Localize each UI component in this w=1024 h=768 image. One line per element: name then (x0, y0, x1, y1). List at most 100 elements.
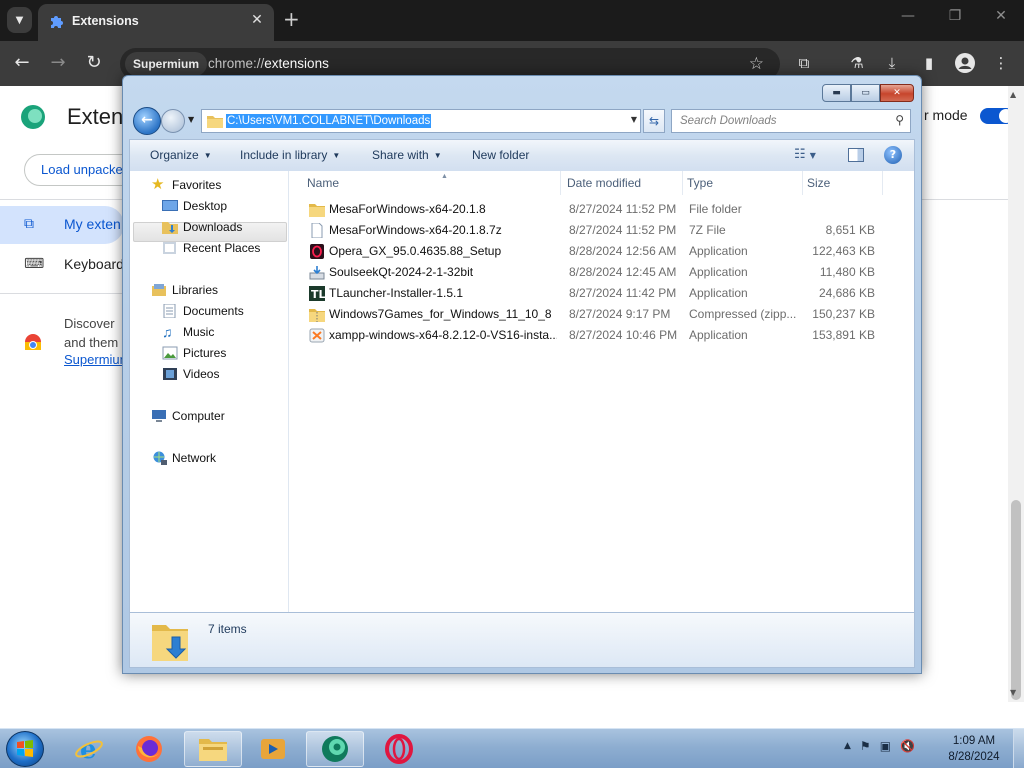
puzzle-outline-icon: ⧉ (24, 216, 34, 232)
show-desktop-button[interactable] (1013, 729, 1024, 768)
show-hidden-icons-chevron-icon[interactable]: ▲ (844, 741, 851, 751)
path-text[interactable]: C:\Users\VM1.COLLABNET\Downloads (226, 114, 432, 128)
profile-avatar-icon[interactable] (954, 52, 976, 74)
recent-pages-chevron-icon[interactable]: ▼ (188, 115, 194, 124)
scrollbar-thumb[interactable] (1011, 500, 1021, 700)
file-date-modified: 8/27/2024 11:52 PM (569, 202, 677, 216)
minimize-icon[interactable]: — (898, 8, 918, 24)
restore-icon[interactable]: ❐ (945, 8, 965, 24)
svg-text:e: e (80, 735, 97, 764)
dialog-back-icon[interactable]: ← (133, 107, 161, 135)
taskbar-file-explorer[interactable] (184, 731, 242, 767)
tlauncher-icon: TL (309, 286, 326, 301)
change-view-icon[interactable]: ☷ ▼ (794, 147, 816, 162)
search-placeholder: Search Downloads (680, 115, 777, 127)
side-panel-icon[interactable]: ▮ (918, 52, 940, 74)
organize-menu[interactable]: Organize ▼ (150, 148, 212, 162)
file-row[interactable]: SoulseekQt-2024-2-1-32bit 8/28/2024 12:45… (305, 262, 885, 283)
forward-icon[interactable]: → (46, 51, 70, 75)
taskbar-internet-explorer[interactable]: e (60, 731, 118, 767)
start-button[interactable] (6, 731, 44, 767)
close-window-icon[interactable]: ✕ (991, 8, 1011, 24)
file-name: Windows7Games_for_Windows_11_10_8 (329, 307, 552, 321)
file-explorer-icon (199, 739, 227, 761)
search-input[interactable]: Search Downloads ⚲ (671, 109, 911, 133)
search-icon[interactable]: ⚲ (895, 113, 904, 127)
command-bar: Organize ▼ Include in library ▼ Share with… (129, 139, 915, 171)
file-row[interactable]: xampp-windows-x64-8.2.12-0-VS16-insta...… (305, 325, 885, 346)
url-text: chrome://extensions (208, 56, 329, 71)
file-row[interactable]: TL TLauncher-Installer-1.5.1 8/27/2024 11:… (305, 283, 885, 304)
file-row[interactable]: MesaForWindows-x64-20.1.8.7z 8/27/2024 11… (305, 220, 885, 241)
include-in-library-menu[interactable]: Include in library ▼ (240, 148, 340, 162)
sidebar-item-keyboard-shortcuts[interactable]: ⌨ Keyboard (0, 246, 124, 284)
share-with-menu[interactable]: Share with ▼ (372, 148, 442, 162)
new-folder-button[interactable]: New folder (472, 148, 529, 162)
file-date-modified: 8/27/2024 11:52 PM (569, 223, 677, 237)
dialog-close-icon[interactable]: ✕ (880, 84, 914, 102)
file-size: 122,463 KB (812, 244, 875, 258)
network-icon (153, 451, 167, 465)
folder-icon (309, 202, 325, 217)
file-row[interactable]: MesaForWindows-x64-20.1.8 8/27/2024 11:52… (305, 199, 885, 220)
network-status-icon[interactable]: ▣ (880, 739, 891, 753)
tab-search-button[interactable]: ▼ (7, 7, 32, 33)
documents-icon (163, 304, 176, 318)
file-type: Application (689, 244, 748, 258)
file-type: 7Z File (689, 223, 726, 237)
caption-buttons: ▬ ▭ ✕ (822, 84, 914, 102)
reload-icon[interactable]: ↻ (82, 51, 106, 75)
webstore-link[interactable]: Supermium (64, 352, 130, 367)
path-history-chevron-icon[interactable]: ▼ (631, 115, 637, 124)
file-size: 11,480 KB (819, 265, 875, 279)
developer-mode-label: r mode (924, 107, 968, 123)
file-type: Application (689, 328, 748, 342)
tab-extensions[interactable]: Extensions ✕ (38, 4, 274, 41)
bookmark-star-icon[interactable]: ☆ (749, 54, 764, 74)
sidebar-item-my-extensions[interactable]: ⧉ My exten (0, 206, 124, 244)
keyboard-icon: ⌨ (24, 256, 45, 272)
column-header-size[interactable]: Size (803, 171, 883, 195)
column-header-type[interactable]: Type (683, 171, 803, 195)
site-chip[interactable]: Supermium (125, 52, 208, 76)
refresh-icon[interactable]: ⇆ (643, 109, 665, 133)
scroll-down-icon[interactable]: ▼ (1010, 688, 1016, 697)
tab-close-icon[interactable]: ✕ (248, 12, 266, 28)
clock-time: 1:09 AM (952, 735, 996, 747)
xampp-icon (309, 328, 325, 343)
tab-title: Extensions (72, 14, 139, 28)
taskbar-supermium[interactable] (306, 731, 364, 767)
download-icon[interactable]: ⤓ (881, 52, 903, 74)
taskbar-media-player[interactable] (244, 731, 302, 767)
file-size: 8,651 KB (825, 223, 875, 237)
dialog-maximize-icon[interactable]: ▭ (851, 84, 880, 102)
dialog-minimize-icon[interactable]: ▬ (822, 84, 851, 102)
taskbar-firefox[interactable] (120, 731, 178, 767)
sidebar-item-label: Keyboard (64, 256, 124, 272)
file-row[interactable]: Windows7Games_for_Windows_11_10_8 8/27/20… (305, 304, 885, 325)
help-icon[interactable]: ? (884, 146, 902, 164)
action-center-flag-icon[interactable]: ⚑ (860, 739, 871, 753)
menu-kebab-icon[interactable]: ⋮ (990, 52, 1012, 74)
file-row[interactable]: Opera_GX_95.0.4635.88_Setup 8/28/2024 12:… (305, 241, 885, 262)
volume-muted-icon[interactable]: 🔇 (900, 739, 915, 753)
discover-text: Discover and them (64, 316, 119, 350)
dialog-forward-icon[interactable] (161, 109, 185, 133)
column-header-name[interactable]: ▲ Name (303, 171, 561, 195)
labs-flask-icon[interactable]: ⚗ (846, 52, 868, 74)
media-player-icon (261, 739, 285, 759)
taskbar-opera[interactable] (370, 731, 428, 767)
sort-ascending-icon: ▲ (441, 173, 448, 180)
path-address-bar[interactable]: C:\Users\VM1.COLLABNET\Downloads ▼ (201, 109, 641, 133)
extensions-puzzle-icon[interactable]: ⧉ (793, 52, 815, 74)
sidebar-item-label: My exten (64, 216, 121, 232)
opera-gx-icon (309, 244, 325, 259)
column-header-date-modified[interactable]: Date modified (563, 171, 683, 195)
back-icon[interactable]: ← (10, 51, 34, 75)
preview-pane-icon[interactable] (848, 148, 864, 162)
new-tab-button[interactable]: + (283, 8, 300, 30)
scroll-up-icon[interactable]: ▲ (1010, 90, 1016, 99)
folder-icon (207, 116, 223, 128)
taskbar-clock[interactable]: 1:09 AM 8/28/2024 (944, 733, 1004, 765)
divider (0, 293, 124, 294)
